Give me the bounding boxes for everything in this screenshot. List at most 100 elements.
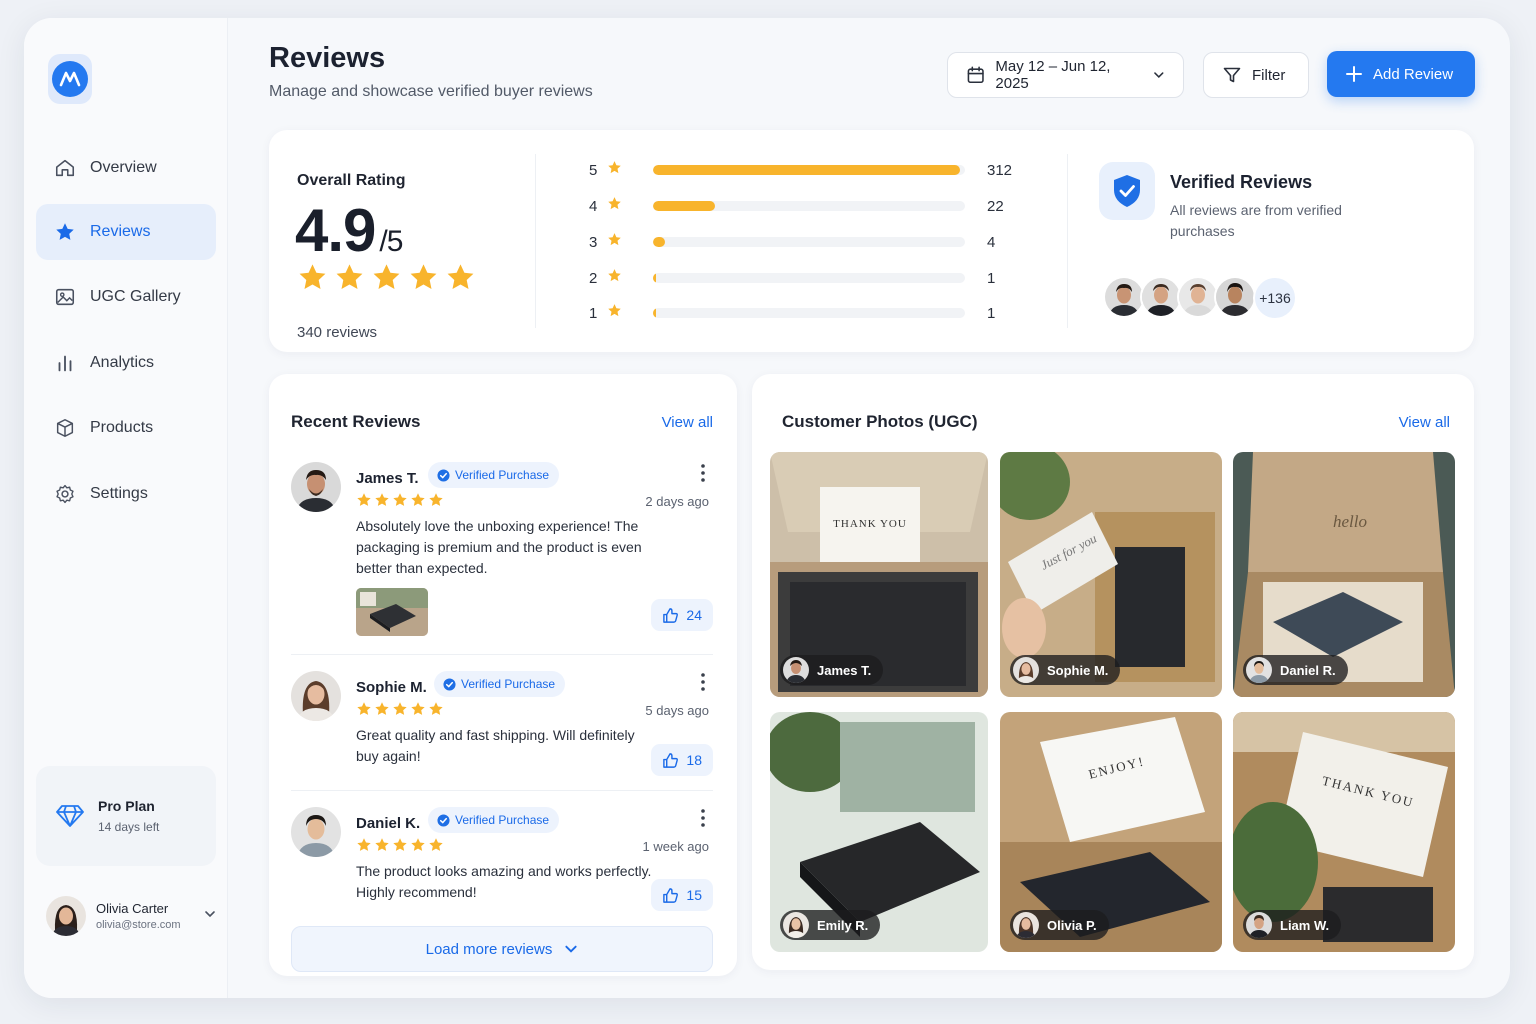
user-menu[interactable]: Olivia Carter olivia@store.com bbox=[46, 894, 216, 938]
rating-row-stars: 1 bbox=[589, 304, 598, 322]
star-icon bbox=[410, 264, 437, 289]
verified-title: Verified Reviews bbox=[1170, 172, 1313, 192]
rating-row-2[interactable]: 21 bbox=[589, 268, 1029, 288]
photo-author: Liam W. bbox=[1280, 917, 1330, 933]
sidebar: Overview Reviews UGC Gallery Analytics P… bbox=[24, 18, 228, 998]
rating-out-of: /5 bbox=[379, 225, 403, 258]
avatar bbox=[1103, 276, 1145, 318]
page-title: Reviews bbox=[269, 42, 386, 74]
load-more-label: Load more reviews bbox=[425, 940, 553, 958]
ugc-photo[interactable]: Emily R. bbox=[770, 712, 988, 952]
avatar bbox=[1013, 912, 1039, 938]
filter-button[interactable]: Filter bbox=[1203, 52, 1309, 98]
plan-days-left: 14 days left bbox=[98, 820, 160, 834]
like-button[interactable]: 24 bbox=[651, 599, 713, 631]
verified-check-icon bbox=[437, 468, 450, 482]
rating-row-4[interactable]: 4 22 bbox=[589, 196, 1029, 216]
star-icon bbox=[357, 702, 371, 715]
like-button[interactable]: 18 bbox=[651, 744, 713, 776]
sidebar-item-ugc-gallery[interactable]: UGC Gallery bbox=[36, 269, 216, 325]
reviewer-name: Daniel K. bbox=[356, 815, 421, 832]
rating-row-count: 4 bbox=[987, 233, 996, 251]
ugc-photo[interactable]: THANK YOU James T. bbox=[770, 452, 988, 697]
more-options-icon[interactable] bbox=[701, 673, 705, 691]
photo-author: Sophie M. bbox=[1047, 662, 1109, 678]
photo-card-text: hello bbox=[1333, 512, 1367, 531]
ugc-photo[interactable]: hello Daniel R. bbox=[1233, 452, 1455, 697]
overall-stars bbox=[297, 262, 476, 293]
add-review-button[interactable]: Add Review bbox=[1327, 51, 1475, 97]
reviewer-avatars[interactable]: +136 bbox=[1103, 276, 1297, 320]
star-icon bbox=[429, 493, 443, 506]
gear-icon bbox=[56, 484, 74, 504]
bar-chart-icon bbox=[58, 355, 72, 372]
review-text: The product looks amazing and works perf… bbox=[356, 863, 652, 900]
plus-icon bbox=[1346, 66, 1362, 82]
rating-row-3[interactable]: 34 bbox=[589, 232, 1029, 252]
more-reviewers-count: +136 bbox=[1253, 276, 1297, 320]
ugc-photo[interactable]: ENJOY! Olivia P. bbox=[1000, 712, 1222, 952]
star-icon bbox=[608, 269, 621, 282]
sidebar-item-settings[interactable]: Settings bbox=[36, 466, 216, 522]
rating-bar-track bbox=[653, 308, 965, 318]
calendar-icon bbox=[967, 66, 984, 84]
ugc-gallery-card: Customer Photos (UGC) View all THANK YOU… bbox=[752, 374, 1474, 970]
shield-check-icon bbox=[1114, 175, 1140, 207]
load-more-reviews-button[interactable]: Load more reviews bbox=[291, 926, 713, 972]
page-subtitle: Manage and showcase verified buyer revie… bbox=[269, 83, 593, 100]
rating-row-stars: 2 bbox=[589, 269, 598, 287]
more-options-icon[interactable] bbox=[701, 809, 705, 827]
badge-label: Verified Purchase bbox=[455, 813, 550, 827]
rating-bar-track bbox=[653, 201, 965, 211]
review-text: Absolutely love the unboxing experience!… bbox=[356, 518, 642, 576]
review-stars bbox=[356, 492, 444, 508]
divider bbox=[291, 654, 713, 655]
plan-card[interactable]: Pro Plan 14 days left bbox=[36, 766, 216, 866]
photo-card-text: THANK YOU bbox=[833, 518, 907, 530]
sidebar-item-label: Settings bbox=[90, 485, 148, 502]
avatar bbox=[291, 462, 341, 512]
rating-bar-track bbox=[653, 273, 965, 283]
star-icon bbox=[608, 304, 621, 317]
sidebar-item-label: Products bbox=[90, 419, 154, 436]
date-range-picker[interactable]: May 12 – Jun 12, 2025 bbox=[947, 52, 1184, 98]
star-icon bbox=[393, 702, 407, 715]
app-logo[interactable] bbox=[48, 54, 92, 104]
user-email: olivia@store.com bbox=[96, 919, 181, 931]
star-icon bbox=[411, 702, 425, 715]
divider bbox=[535, 154, 536, 328]
review-item: James T. Verified Purchase 2 days ago Ab… bbox=[291, 462, 713, 642]
divider bbox=[291, 790, 713, 791]
rating-row-5[interactable]: 5 312 bbox=[589, 160, 1029, 180]
ugc-photo[interactable]: THANK YOU Liam W. bbox=[1233, 712, 1455, 952]
like-button[interactable]: 15 bbox=[651, 879, 713, 911]
review-time: 5 days ago bbox=[645, 703, 709, 718]
review-stars bbox=[356, 701, 444, 717]
ugc-photo[interactable]: Just for you Sophie M. bbox=[1000, 452, 1222, 697]
add-review-label: Add Review bbox=[1373, 65, 1454, 83]
avatar bbox=[1140, 276, 1182, 318]
box-icon bbox=[56, 419, 74, 437]
avatar bbox=[1246, 912, 1272, 938]
chevron-down-icon bbox=[205, 911, 215, 918]
chevron-down-icon bbox=[565, 945, 577, 953]
sidebar-item-products[interactable]: Products bbox=[36, 400, 216, 456]
photo-author: Daniel R. bbox=[1280, 662, 1336, 678]
sidebar-item-overview[interactable]: Overview bbox=[36, 140, 216, 196]
verified-purchase-badge: Verified Purchase bbox=[434, 671, 566, 697]
star-icon bbox=[373, 264, 400, 289]
badge-label: Verified Purchase bbox=[461, 677, 556, 691]
avatar bbox=[1177, 276, 1219, 318]
star-icon bbox=[357, 493, 371, 506]
reviewer-name: Sophie M. bbox=[356, 679, 427, 696]
star-icon bbox=[299, 264, 326, 289]
review-photo-thumbnail[interactable] bbox=[356, 588, 428, 636]
sidebar-item-analytics[interactable]: Analytics bbox=[36, 335, 216, 391]
sidebar-item-reviews[interactable]: Reviews bbox=[36, 204, 216, 260]
view-all-reviews-link[interactable]: View all bbox=[662, 414, 713, 431]
more-options-icon[interactable] bbox=[701, 464, 705, 482]
review-item: Sophie M. Verified Purchase 5 days ago G… bbox=[291, 671, 713, 781]
view-all-photos-link[interactable]: View all bbox=[1399, 414, 1450, 431]
rating-bar-fill bbox=[653, 201, 715, 211]
rating-row-1[interactable]: 11 bbox=[589, 303, 1029, 323]
